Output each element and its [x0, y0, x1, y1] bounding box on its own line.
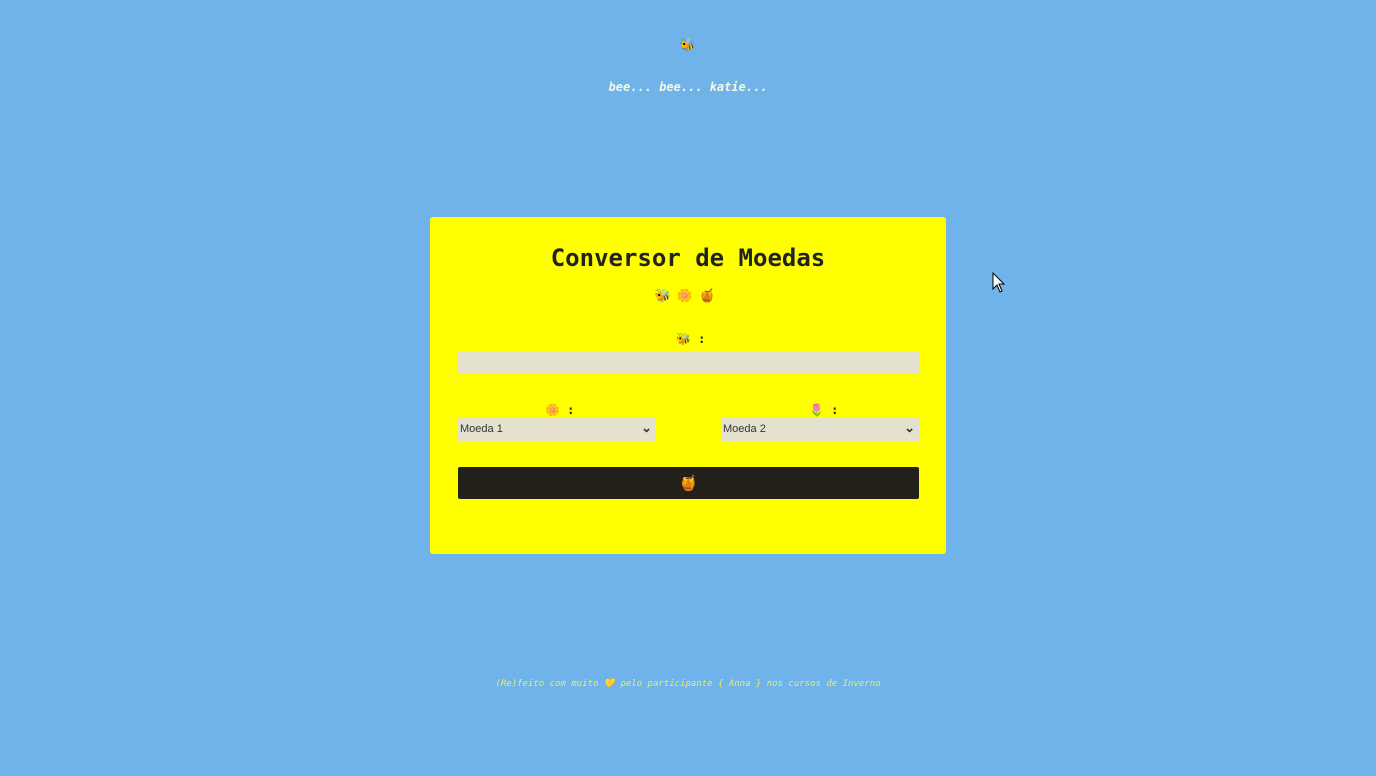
footer-credit: (Re)feito com muito 💛 pelo participante … [495, 679, 881, 689]
to-currency-label: 🌷 : [809, 403, 839, 417]
bee-icon: 🐝 [679, 38, 697, 53]
to-currency-select[interactable]: Moeda 2 ⌄ [721, 418, 919, 442]
amount-input[interactable] [458, 352, 919, 374]
convert-button[interactable]: 🍯 [458, 467, 919, 499]
from-currency-label: 🌼 : [545, 403, 575, 417]
amount-label: 🐝 : [676, 332, 706, 346]
from-currency-value: Moeda 1 [460, 423, 503, 435]
from-currency-select[interactable]: Moeda 1 ⌄ [458, 418, 656, 442]
decorative-icons: 🐝🌼🍯 [654, 289, 722, 304]
chevron-down-icon: ⌄ [641, 420, 652, 435]
page-title: Conversor de Moedas [550, 244, 826, 272]
chevron-down-icon: ⌄ [904, 420, 915, 435]
tagline: bee... bee... katie... [608, 80, 768, 94]
to-currency-value: Moeda 2 [723, 423, 766, 435]
mouse-cursor-icon [992, 272, 1006, 293]
